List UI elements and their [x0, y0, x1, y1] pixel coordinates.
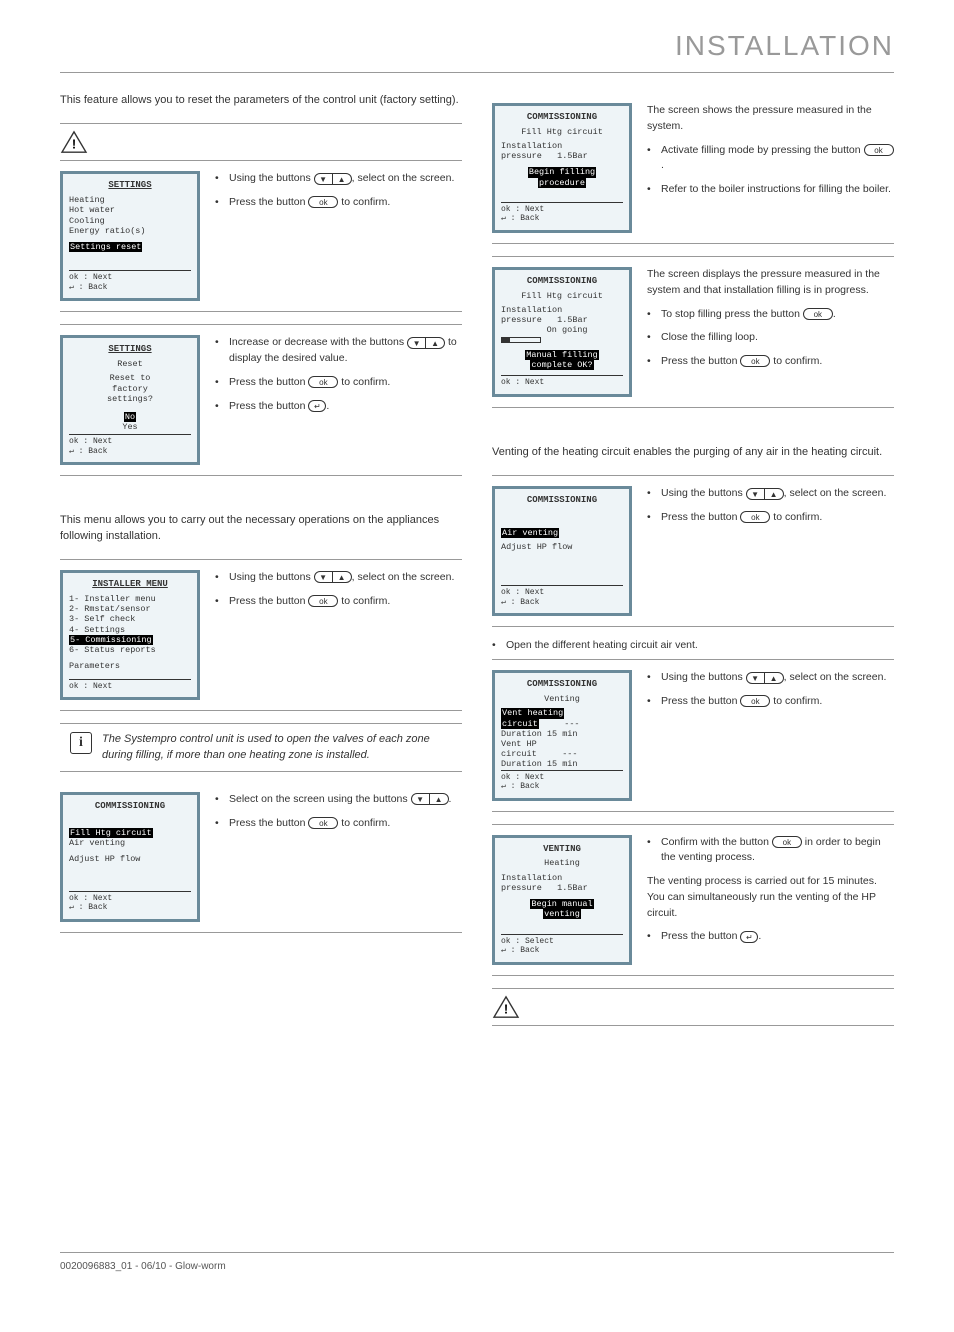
footer-text: 0020096883_01 - 06/10 - Glow-worm	[60, 1261, 226, 1272]
ok-button-icon: ok	[740, 355, 770, 367]
instruction-item: Using the buttons ▼▲, select on the scre…	[647, 670, 894, 686]
arrow-buttons-icon: ▼▲	[746, 672, 784, 684]
lcd-screen-venting-heating: VENTING Heating Installation pressure 1.…	[492, 835, 632, 965]
lcd-screen-venting-list: COMMISSIONING Venting Vent heating circu…	[492, 670, 632, 800]
lcd-screen-settings: SETTINGS Heating Hot water Cooling Energ…	[60, 171, 200, 301]
instruction-text: The screen displays the pressure measure…	[647, 267, 894, 299]
ok-button-icon: ok	[864, 144, 894, 156]
instruction-item: Press the button ↵.	[647, 929, 894, 945]
instruction-item: Refer to the boiler instructions for fil…	[647, 182, 894, 198]
instruction-item: Using the buttons ▼▲, select on the scre…	[215, 171, 462, 187]
instruction-item: To stop filling press the button ok.	[647, 307, 894, 323]
left-column: This feature allows you to reset the par…	[60, 93, 462, 1026]
lcd-screen-fill-ongoing: COMMISSIONING Fill Htg circuit Installat…	[492, 267, 632, 397]
intro-reset: This feature allows you to reset the par…	[60, 93, 462, 108]
instruction-text: The venting process is carried out for 1…	[647, 874, 894, 921]
lcd-screen-reset: SETTINGS Reset Reset to factory settings…	[60, 335, 200, 465]
lcd-screen-air-venting: COMMISSIONING Air venting Adjust HP flow…	[492, 486, 632, 616]
intro-commissioning: This menu allows you to carry out the ne…	[60, 513, 462, 544]
instruction-item: Confirm with the button ok in order to b…	[647, 835, 894, 867]
ok-button-icon: ok	[803, 308, 833, 320]
instruction-item: Close the filling loop.	[647, 330, 894, 346]
back-button-icon: ↵	[308, 400, 326, 412]
warning-icon: !	[492, 995, 520, 1019]
instruction-item: Press the button ok to confirm.	[215, 375, 462, 391]
arrow-buttons-icon: ▼▲	[411, 793, 449, 805]
alert-icon-row: !	[492, 988, 894, 1026]
warning-icon: !	[60, 130, 88, 154]
ok-button-icon: ok	[740, 511, 770, 523]
alert-icon-row: !	[60, 123, 462, 161]
lcd-screen-installer-menu: INSTALLER MENU 1- Installer menu 2- Rmst…	[60, 570, 200, 700]
info-note: i The Systempro control unit is used to …	[60, 723, 462, 772]
ok-button-icon: ok	[740, 695, 770, 707]
instruction-item: Press the button ok to confirm.	[215, 816, 462, 832]
ok-button-icon: ok	[772, 836, 802, 848]
ok-button-icon: ok	[308, 595, 338, 607]
page-footer: 0020096883_01 - 06/10 - Glow-worm	[60, 1252, 894, 1272]
ok-button-icon: ok	[308, 376, 338, 388]
instruction-item: Press the button ↵.	[215, 399, 462, 415]
instruction-item: Select on the screen using the buttons ▼…	[215, 792, 462, 808]
info-icon: i	[70, 732, 92, 754]
instruction-text: The screen shows the pressure measured i…	[647, 103, 894, 135]
lcd-screen-commissioning: COMMISSIONING Fill Htg circuit Air venti…	[60, 792, 200, 922]
arrow-buttons-icon: ▼▲	[314, 571, 352, 583]
instruction-item: Increase or decrease with the buttons ▼▲…	[215, 335, 462, 367]
instruction-item: Press the button ok to confirm.	[215, 594, 462, 610]
progress-bar-icon	[501, 337, 541, 343]
instruction-item: Press the button ok to confirm.	[647, 510, 894, 526]
instruction-item: Activate filling mode by pressing the bu…	[647, 143, 894, 175]
page-header: INSTALLATION	[60, 30, 894, 73]
back-button-icon: ↵	[740, 931, 758, 943]
ok-button-icon: ok	[308, 817, 338, 829]
instruction-item: Using the buttons ▼▲, select on the scre…	[215, 570, 462, 586]
instruction-item: Open the different heating circuit air v…	[492, 639, 894, 651]
instruction-item: Press the button ok to confirm.	[647, 354, 894, 370]
arrow-buttons-icon: ▼▲	[314, 173, 352, 185]
svg-text:!: !	[72, 137, 76, 152]
instruction-item: Press the button ok to confirm.	[647, 694, 894, 710]
instruction-item: Using the buttons ▼▲, select on the scre…	[647, 486, 894, 502]
svg-text:!: !	[504, 1001, 508, 1016]
intro-venting: Venting of the heating circuit enables t…	[492, 445, 894, 460]
lcd-screen-fill-pressure: COMMISSIONING Fill Htg circuit Installat…	[492, 103, 632, 233]
right-column: COMMISSIONING Fill Htg circuit Installat…	[492, 93, 894, 1026]
ok-button-icon: ok	[308, 196, 338, 208]
arrow-buttons-icon: ▼▲	[746, 488, 784, 500]
instruction-item: Press the button ok to confirm.	[215, 195, 462, 211]
arrow-buttons-icon: ▼▲	[407, 337, 445, 349]
